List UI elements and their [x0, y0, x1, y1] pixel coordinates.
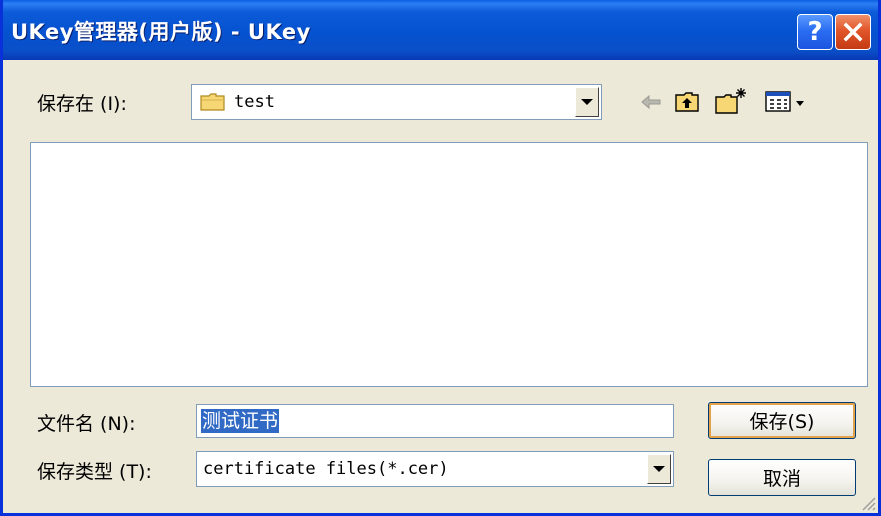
- view-menu-button[interactable]: [763, 87, 809, 117]
- close-icon: [843, 22, 863, 42]
- close-button[interactable]: [835, 14, 871, 50]
- file-type-value: certificate files(*.cer): [203, 459, 449, 479]
- up-folder-button[interactable]: [671, 86, 703, 118]
- title-bar[interactable]: UKey管理器(用户版) - UKey ?: [3, 0, 878, 60]
- file-name-label: 文件名 (N):: [37, 413, 136, 435]
- back-button[interactable]: [637, 88, 665, 116]
- new-folder-button[interactable]: [713, 83, 749, 119]
- save-dialog: UKey管理器(用户版) - UKey ? 保存在 (I): test 文件名 …: [0, 0, 881, 516]
- help-button[interactable]: ?: [797, 14, 833, 50]
- folder-icon: [200, 93, 225, 111]
- save-in-value: test: [234, 92, 275, 112]
- cancel-button-label: 取消: [762, 468, 801, 490]
- save-in-dropdown-button[interactable]: [575, 87, 599, 117]
- resize-grip-icon[interactable]: [858, 493, 876, 511]
- save-button-label: 保存(S): [749, 411, 815, 433]
- file-type-dropdown-button[interactable]: [647, 454, 671, 484]
- file-type-label: 保存类型 (T):: [37, 461, 152, 483]
- save-button[interactable]: 保存(S): [708, 402, 856, 439]
- file-name-value: 测试证书: [201, 409, 280, 433]
- view-menu-icon: [765, 91, 804, 112]
- save-in-label: 保存在 (I):: [37, 93, 127, 115]
- new-folder-icon: [715, 88, 746, 114]
- up-folder-icon: [675, 92, 699, 112]
- file-name-input[interactable]: 测试证书: [196, 404, 674, 438]
- file-type-dropdown[interactable]: certificate files(*.cer): [196, 451, 674, 487]
- back-arrow-icon: [641, 94, 661, 110]
- cancel-button[interactable]: 取消: [708, 459, 856, 496]
- chevron-down-icon: [653, 466, 665, 472]
- file-list[interactable]: [30, 142, 868, 387]
- save-in-dropdown[interactable]: test: [191, 84, 602, 120]
- help-icon: ?: [807, 17, 823, 47]
- window-title: UKey管理器(用户版) - UKey: [11, 20, 311, 44]
- chevron-down-icon: [581, 99, 593, 105]
